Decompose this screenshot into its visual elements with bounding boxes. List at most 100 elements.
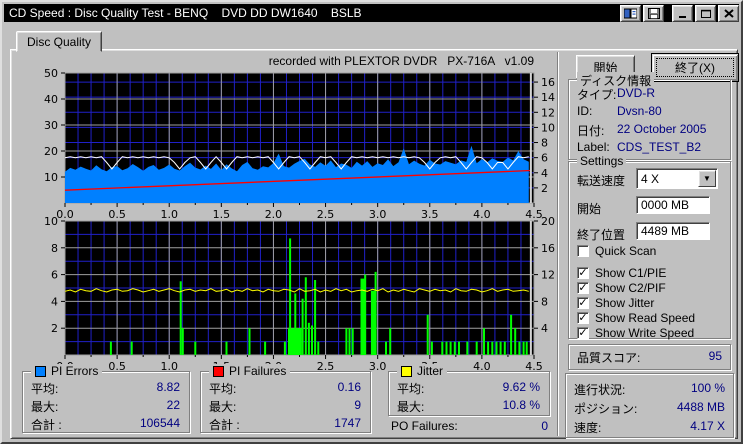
quality-score-value: 95 [708,349,722,363]
jitter-legend-icon [401,365,412,377]
svg-text:2: 2 [541,182,548,195]
maximize-button[interactable] [695,4,716,22]
svg-text:4: 4 [51,295,58,308]
end-pos-field[interactable]: 4489 MB [636,222,710,240]
speed-value-readout: 4.17 X [690,419,725,433]
svg-text:14: 14 [541,91,555,104]
show-c1-pie-checkbox[interactable] [577,267,589,279]
show-read-speed-checkbox[interactable] [577,312,589,324]
pi-failures-max-row: 最大: 9 [209,398,361,414]
quick-scan-checkbox[interactable] [577,245,589,257]
jitter-max-row: 最大: 10.8 % [397,398,540,414]
svg-text:6: 6 [541,152,548,165]
disc-type-value: DVD-R [617,86,655,100]
svg-text:4: 4 [541,167,548,180]
disc-id-row: ID: Dvsn-80 [577,104,662,118]
svg-text:16: 16 [541,76,555,89]
exit-button-label: 終了(X) [653,55,737,80]
svg-text:12: 12 [541,269,555,282]
svg-text:2.5: 2.5 [317,208,335,221]
disc-date-row: 日付: 22 October 2005 [577,122,707,138]
svg-text:12: 12 [541,106,555,119]
checkbox-quick-scan[interactable]: Quick Scan [577,244,656,258]
pi-errors-max-row: 最大: 22 [31,398,180,414]
speed-row: 速度: 4.17 X [574,419,725,435]
svg-text:3.5: 3.5 [421,208,439,221]
disc-type-row: タイプ: DVD-R [577,86,655,102]
speed-combobox[interactable]: 4 X ▼ [636,168,718,189]
position-row: ポジション: 4488 MB [574,400,725,416]
disc-id-value: Dvsn-80 [617,104,662,118]
svg-text:6: 6 [51,269,58,282]
svg-text:1.0: 1.0 [160,208,178,221]
checkbox-show-c2-pif[interactable]: Show C2/PIF [577,281,666,295]
show-write-speed-checkbox[interactable] [577,327,589,339]
checkbox-show-c1-pie[interactable]: Show C1/PIE [577,266,666,280]
checkbox-show-read-speed[interactable]: Show Read Speed [577,311,695,325]
svg-text:3.0: 3.0 [369,208,387,221]
svg-text:16: 16 [541,242,555,255]
svg-text:20: 20 [541,215,555,228]
progress-value: 100 % [690,381,725,395]
disc-label-value: CDS_TEST_B2 [617,140,702,154]
svg-text:0.5: 0.5 [108,208,126,221]
position-value: 4488 MB [676,400,725,414]
pi-errors-avg-row: 平均: 8.82 [31,380,180,396]
pi-failures-statbox: PI Failures 平均: 0.16 最大: 9 合計 :1747 [200,364,371,433]
svg-text:1.5: 1.5 [213,208,231,221]
progress-panel: 進行状況: 100 % ポジション: 4488 MB 速度: 4.17 X [565,373,734,438]
speed-value: 4 X [641,171,660,186]
svg-text:4: 4 [541,322,548,335]
svg-text:3.0: 3.0 [369,360,387,373]
svg-text:10: 10 [541,121,555,134]
svg-text:2.0: 2.0 [265,208,283,221]
disc-info-group: ディスク情報 タイプ: DVD-R ID: Dvsn-80 日付: 22 Octobe… [568,72,731,160]
close-button[interactable] [718,4,739,22]
tab-disc-quality[interactable]: Disc Quality [16,31,103,52]
show-jitter-checkbox[interactable] [577,297,589,309]
pi-failures-legend-icon [213,365,224,377]
po-failures-value: 0 [541,419,548,433]
quality-score-label: 品質スコア: [577,351,641,365]
svg-text:4.0: 4.0 [473,208,491,221]
pi-failures-total-row: 合計 :1747 [209,416,361,432]
progress-row: 進行状況: 100 % [574,381,725,397]
checkbox-show-jitter[interactable]: Show Jitter [577,296,654,310]
chevron-down-icon[interactable]: ▼ [698,170,716,187]
close-icon [723,8,734,18]
disc-date-value: 22 October 2005 [617,122,707,136]
svg-text:8: 8 [541,137,548,150]
svg-text:10: 10 [44,215,58,228]
pi-errors-statbox: PI Errors 平均: 8.82 最大: 22 合計 :106544 [22,364,190,433]
book-chart-icon [624,8,637,18]
app-window: CD Speed : Disc Quality Test - BENQ DVD … [0,0,743,444]
checkbox-show-write-speed[interactable]: Show Write Speed [577,326,694,340]
maximize-icon [700,9,711,18]
settings-group: Settings 転送速度 4 X ▼ 開始 0000 MB 終了位置 4489… [568,154,731,340]
exit-button[interactable]: 終了(X) [651,53,739,82]
svg-text:20: 20 [44,145,58,158]
start-pos-field[interactable]: 0000 MB [636,196,710,214]
svg-text:30: 30 [44,119,58,132]
po-failures-label: PO Failures: [391,419,458,433]
compare-graph-button[interactable] [620,4,641,22]
titlebar: CD Speed : Disc Quality Test - BENQ DVD … [4,4,739,22]
window-title: CD Speed : Disc Quality Test - BENQ DVD … [9,6,362,20]
disc-quality-page: recorded with PLEXTOR DVDR PX-716A v1.09… [10,49,739,439]
minimize-icon [678,15,686,18]
jitter-avg-row: 平均: 9.62 % [397,380,540,396]
settings-title: Settings [577,154,627,168]
svg-text:50: 50 [44,67,58,80]
panel-divider [557,52,559,436]
jitter-legend-label: Jitter [417,364,444,378]
jitter-statbox: Jitter 平均: 9.62 % 最大: 10.8 % [388,364,550,416]
pi-errors-total-row: 合計 :106544 [31,416,180,432]
svg-text:8: 8 [51,242,58,255]
svg-text:40: 40 [44,93,58,106]
pi-errors-legend-label: PI Errors [51,364,99,378]
save-button[interactable] [643,4,664,22]
minimize-button[interactable] [672,4,693,22]
show-c2-pif-checkbox[interactable] [577,282,589,294]
po-failures-row: PO Failures: 0 [391,419,548,433]
quality-score-panel: 品質スコア: 95 [568,344,731,370]
